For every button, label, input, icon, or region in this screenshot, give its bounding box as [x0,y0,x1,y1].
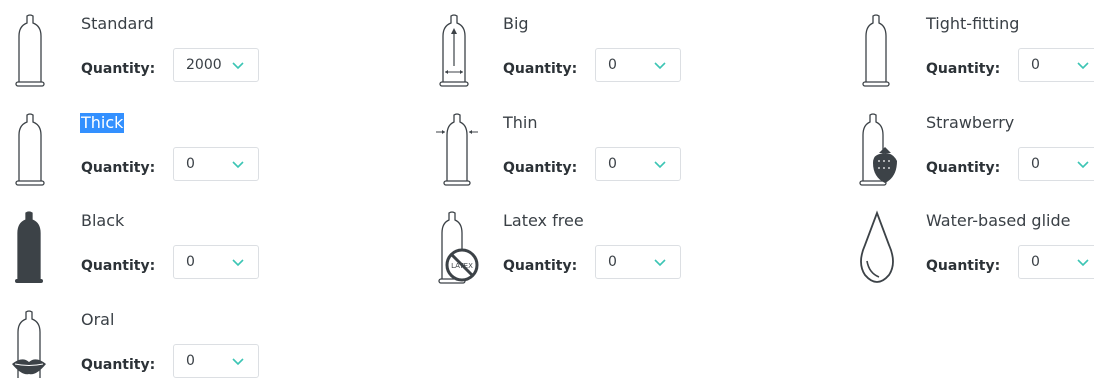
product-name: Strawberry [926,113,1015,132]
product-name: Thin [503,113,538,132]
quantity-select[interactable]: 0 [1018,147,1094,181]
quantity-select[interactable]: 0 [1018,245,1094,279]
quantity-label: Quantity: [926,61,1001,77]
black-condom-icon [10,205,60,293]
product-tight-fitting: Tight-fitting Quantity: 0 [845,0,1094,96]
water-drop-icon [855,205,905,293]
quantity-label: Quantity: [926,160,1001,176]
quantity-select[interactable]: 0 [173,245,259,279]
chevron-down-icon [1076,257,1090,267]
product-black: Black Quantity: 0 [0,197,420,293]
chevron-down-icon [653,60,667,70]
svg-text:LATEX: LATEX [451,262,473,270]
quantity-select[interactable]: 0 [595,245,681,279]
quantity-label: Quantity: [81,258,156,274]
chevron-down-icon [653,159,667,169]
quantity-value: 0 [608,254,617,270]
quantity-value: 0 [1031,57,1040,73]
product-grid: Standard Quantity: 2000 Big Quantity: 0 … [0,0,1094,378]
quantity-label: Quantity: [503,258,578,274]
product-water-based-glide: Water-based glide Quantity: 0 [845,197,1094,293]
quantity-value: 0 [1031,156,1040,172]
product-name: Black [81,211,125,230]
quantity-label: Quantity: [81,357,156,373]
quantity-label: Quantity: [81,160,156,176]
chevron-down-icon [231,257,245,267]
product-thick: Thick Quantity: 0 [0,99,420,195]
quantity-select[interactable]: 0 [173,147,259,181]
quantity-value: 2000 [186,57,222,73]
tight-fitting-condom-icon [855,8,905,96]
product-strawberry: Strawberry Quantity: 0 [845,99,1094,195]
product-name: Oral [81,310,115,329]
quantity-value: 0 [186,353,195,369]
quantity-value: 0 [186,254,195,270]
product-name: Big [503,14,529,33]
product-standard: Standard Quantity: 2000 [0,0,420,96]
strawberry-condom-icon [855,107,905,195]
thin-condom-icon [432,107,482,195]
quantity-select[interactable]: 0 [1018,48,1094,82]
quantity-select[interactable]: 0 [173,344,259,378]
quantity-select[interactable]: 0 [595,147,681,181]
chevron-down-icon [231,356,245,366]
product-name: Latex free [503,211,584,230]
chevron-down-icon [231,60,245,70]
product-big: Big Quantity: 0 [422,0,842,96]
quantity-label: Quantity: [81,61,156,77]
latex-free-condom-icon: LATEX [432,205,482,293]
quantity-label: Quantity: [503,160,578,176]
product-name: Thick [80,113,125,133]
product-name: Standard [81,14,154,33]
chevron-down-icon [1076,60,1090,70]
quantity-select[interactable]: 0 [595,48,681,82]
chevron-down-icon [1076,159,1090,169]
quantity-value: 0 [608,156,617,172]
product-oral: Oral Quantity: 0 [0,296,420,392]
standard-condom-icon [10,8,60,96]
quantity-label: Quantity: [503,61,578,77]
quantity-value: 0 [186,156,195,172]
thick-condom-icon [10,107,60,195]
quantity-value: 0 [1031,254,1040,270]
big-condom-icon [432,8,482,96]
product-thin: Thin Quantity: 0 [422,99,842,195]
chevron-down-icon [231,159,245,169]
quantity-label: Quantity: [926,258,1001,274]
product-latex-free: LATEX Latex free Quantity: 0 [422,197,842,293]
product-name: Water-based glide [926,211,1071,230]
quantity-value: 0 [608,57,617,73]
product-name: Tight-fitting [926,14,1020,33]
quantity-select[interactable]: 2000 [173,48,259,82]
oral-condom-icon [10,304,60,392]
chevron-down-icon [653,257,667,267]
